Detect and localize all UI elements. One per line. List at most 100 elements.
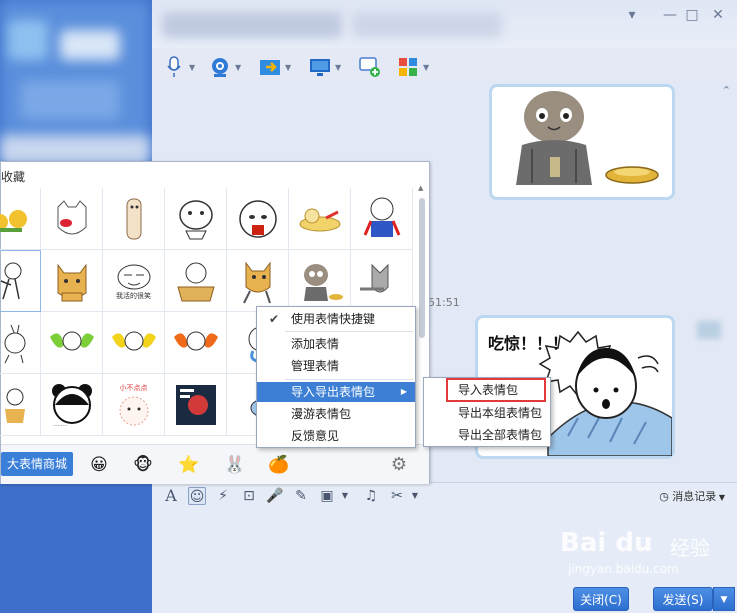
emoji-icon[interactable]: ☺ [188,487,206,505]
shake-icon[interactable]: ⚡ [214,487,232,505]
apps-icon [396,55,420,79]
sticker-cell[interactable] [289,188,351,250]
sticker-cell[interactable] [0,250,41,312]
camera-icon [208,55,232,79]
send-options-chevron-icon[interactable]: ▼ [713,587,735,611]
baidu-jingyan-watermark: Bai du 经验 jingyan.baidu.com [560,528,730,584]
emoji-tab-rabbit-icon[interactable]: 🐰 [223,453,247,477]
chat-toolbar: ▼ ▼ ▼ ▼ ▼ [152,50,737,82]
sticker-cell[interactable] [351,250,413,312]
menu-item-import-export[interactable]: 导入导出表情包 ▶ [257,382,415,402]
sticker-cell[interactable] [165,188,227,250]
contact-name-blurred [162,12,342,38]
maximize-button[interactable]: □ [682,6,702,24]
contact-status-blurred [352,12,502,38]
sticker-cell[interactable] [0,188,41,250]
menu-item-feedback[interactable]: 反馈意见 [257,426,415,446]
emoji-tab-smiley-icon[interactable]: 😀 [87,453,111,477]
create-group-button[interactable] [358,54,398,80]
sticker-store-button[interactable]: 大表情商城 [1,452,73,476]
chevron-down-icon: ▼ [716,493,725,502]
collapse-icon[interactable]: ⌃ [722,84,731,97]
chevron-down-icon[interactable]: ▼ [285,63,291,72]
send-file-button[interactable]: ▼ [258,54,298,80]
sticker-cell[interactable]: 我活的很笑 [103,250,165,312]
sender-avatar-blurred [697,321,721,339]
sticker-cell[interactable] [41,250,103,312]
menu-item-manage-stickers[interactable]: 管理表情 [257,356,415,376]
send-button[interactable]: 发送(S) [653,587,713,611]
close-button[interactable]: 关闭(C) [573,587,629,611]
sticker-cell[interactable]: 小不点点 [103,374,165,436]
sticker-caption: 我活的很笑 [116,291,151,300]
screenshot-icon[interactable]: ⊡ [240,487,258,505]
video-call-button[interactable]: ▼ [208,54,248,80]
sticker-cell[interactable] [41,188,103,250]
menu-item-export-all[interactable]: 导出全部表情包 [424,425,550,445]
sticker-cell[interactable] [351,188,413,250]
chevron-down-icon[interactable]: ▼ [423,63,429,72]
font-icon[interactable]: A [162,487,180,505]
close-window-button[interactable]: ✕ [708,6,728,24]
sticker-cell[interactable] [289,250,351,312]
menu-divider [285,379,413,380]
scroll-thumb[interactable] [419,198,425,338]
sticker-cell[interactable] [165,250,227,312]
chevron-down-icon[interactable]: ▼ [336,487,354,505]
submenu-arrow-icon: ▶ [400,387,407,396]
emoji-tab-bar: 大表情商城 😀 🐵 ⭐ 🐰 🍊 ⚙ [1,444,429,484]
svg-text:·········: ········· [53,423,68,429]
menu-item-export-group[interactable]: 导出本组表情包 [424,403,550,423]
menu-divider [285,331,413,332]
emoji-tab-orange-icon[interactable]: 🍊 [267,453,291,477]
sticker-caption: 吃惊！！！ [488,334,569,353]
folder-arrow-icon [258,55,282,79]
chevron-down-icon[interactable]: ▼ [189,63,195,72]
sticker-cell[interactable] [0,374,41,436]
minimize-button[interactable]: — [660,6,680,24]
chevron-down-icon[interactable]: ▼ [335,63,341,72]
emoji-tab-monkey-icon[interactable]: 🐵 [131,453,155,477]
voice-call-button[interactable]: ▼ [162,54,202,80]
voice-message-icon[interactable]: 🎤 [266,487,284,505]
sticker-cell[interactable] [0,312,41,374]
message-log-button[interactable]: ◷ 消息记录 ▼ [659,488,725,504]
microphone-icon [162,55,186,79]
clock-icon: ◷ [659,490,673,503]
remote-desktop-button[interactable]: ▼ [308,54,348,80]
sticker-cell[interactable] [165,312,227,374]
watermark-url: jingyan.baidu.com [568,562,679,576]
sticker-cell[interactable] [227,188,289,250]
sticker-cell[interactable]: ········· [41,374,103,436]
apps-button[interactable]: ▼ [396,54,436,80]
sticker-cell[interactable] [227,250,289,312]
menu-item-add-sticker[interactable]: 添加表情 [257,334,415,354]
image-icon[interactable]: ▣ [318,487,336,505]
cat-sticker-image [516,91,659,185]
music-icon[interactable]: ♫ [362,487,380,505]
settings-gear-icon[interactable]: ⚙ [387,453,411,477]
menu-item-roaming-packs[interactable]: 漫游表情包 [257,404,415,424]
chat-add-icon [358,55,382,79]
chevron-down-icon[interactable]: ▼ [406,487,424,505]
sticker-cell[interactable] [41,312,103,374]
sticker-cell[interactable] [103,188,165,250]
chevron-down-icon[interactable]: ▼ [235,63,241,72]
red-highlight-box [446,378,546,402]
menu-item-use-shortcuts[interactable]: ✔ 使用表情快捷键 [257,309,415,329]
sticker-context-menu: ✔ 使用表情快捷键 添加表情 管理表情 导入导出表情包 ▶ 漫游表情包 反馈意见 [256,306,416,448]
monitor-icon [308,55,332,79]
scissors-icon[interactable]: ✂ [388,487,406,505]
sticker-cell[interactable] [103,312,165,374]
sticker-caption: 小不点点 [119,383,148,392]
emoji-tab-star-icon[interactable]: ⭐ [177,453,201,477]
scroll-up-icon[interactable]: ▲ [418,184,423,192]
watermark-logo: Bai du [560,528,653,558]
checkmark-icon: ✔ [269,312,280,326]
menu-dropdown-icon[interactable]: ▾ [622,6,642,24]
sticker-cell[interactable] [165,374,227,436]
watermark-text: 经验 [670,536,710,560]
sticker-message-cat[interactable] [489,84,675,200]
title-bar: ▾ — □ ✕ [152,0,737,48]
doodle-icon[interactable]: ✎ [292,487,310,505]
